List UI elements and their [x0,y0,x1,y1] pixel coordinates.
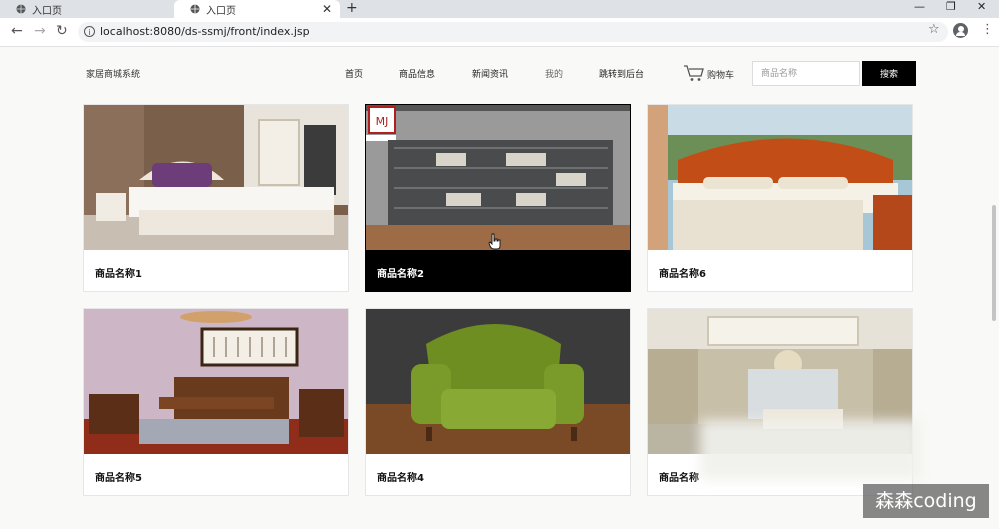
product-image [366,309,630,454]
product-name: 商品名称4 [377,473,424,484]
account-icon[interactable] [953,23,968,38]
nav-mine[interactable]: 我的 [545,67,563,80]
info-icon[interactable]: i [84,26,95,37]
product-name: 商品名称5 [95,473,142,484]
nav-products[interactable]: 商品信息 [399,67,435,80]
nav-admin[interactable]: 跳转到后台 [599,67,644,80]
browser-tab-2[interactable]: 入口页 ✕ [174,0,340,18]
globe-icon [190,4,200,14]
url-text: localhost:8080/ds-ssmj/front/index.jsp [100,25,310,38]
bookmark-star-icon[interactable]: ☆ [928,22,940,37]
page-scrollbar[interactable] [992,205,996,321]
product-image [84,309,348,454]
product-name: 商品名称1 [95,269,142,280]
product-name: 商品名称6 [659,269,706,280]
address-bar: ← → ↻ i localhost:8080/ds-ssmj/front/ind… [0,18,999,47]
hand-cursor-icon [488,233,501,250]
svg-text:MJ: MJ [376,115,389,128]
search-input[interactable] [752,61,860,86]
nav-news[interactable]: 新闻资讯 [472,67,508,80]
minimize-icon[interactable]: — [914,0,925,14]
window-close-icon[interactable]: ✕ [977,0,986,14]
product-card[interactable]: 商品名称1 [83,104,349,292]
product-image: MJ [366,105,630,250]
product-card[interactable]: MJ 商品名称2 [365,104,631,292]
cart-label: 购物车 [707,71,735,81]
menu-kebab-icon[interactable]: ⋮ [981,22,994,37]
product-card[interactable]: 商品名称4 [365,308,631,496]
restore-icon[interactable]: ❐ [946,0,956,14]
tab-title: 入口页 [206,5,236,17]
browser-tab-bar: 入口页 入口页 ✕ + — ❐ ✕ [0,0,999,18]
search-button[interactable]: 搜索 [862,61,916,86]
blur-overlay [700,420,920,480]
new-tab-icon[interactable]: + [346,0,358,17]
globe-icon [16,4,26,14]
tab-title: 入口页 [32,5,62,17]
product-name: 商品名称2 [377,269,424,280]
product-card[interactable]: 商品名称5 [83,308,349,496]
url-field[interactable]: i localhost:8080/ds-ssmj/front/index.jsp [78,22,948,42]
product-image [84,105,348,250]
cart-icon [684,65,704,81]
product-name: 商品名称 [659,473,699,484]
product-image [648,105,912,250]
close-tab-icon[interactable]: ✕ [322,2,332,16]
forward-icon[interactable]: → [34,24,46,38]
nav-home[interactable]: 首页 [345,67,363,80]
browser-tab-1[interactable]: 入口页 [0,0,172,18]
site-title[interactable]: 家居商城系统 [86,67,140,80]
reload-icon[interactable]: ↻ [56,24,68,38]
watermark: 森森coding [863,484,989,518]
product-card[interactable]: 商品名称6 [647,104,913,292]
back-icon[interactable]: ← [11,24,23,38]
cart-link[interactable]: 购物车 [683,64,734,82]
